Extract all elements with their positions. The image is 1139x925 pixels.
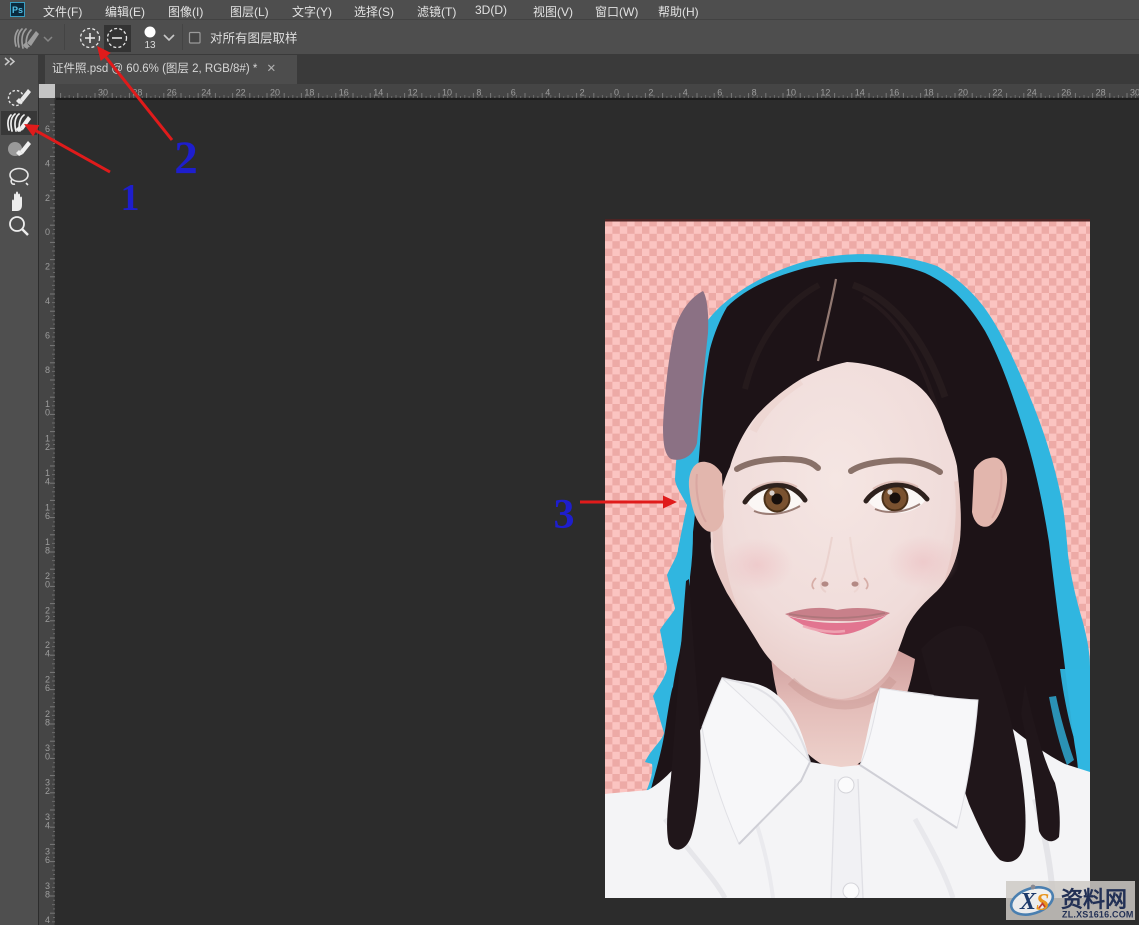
svg-text:2: 2 [45, 614, 50, 624]
svg-text:6: 6 [717, 88, 722, 98]
svg-text:4: 4 [45, 477, 50, 487]
svg-text:ZL.XS1616.COM: ZL.XS1616.COM [1062, 910, 1134, 920]
svg-text:4: 4 [545, 88, 550, 98]
svg-text:2: 2 [45, 442, 50, 452]
svg-text:0: 0 [45, 580, 50, 590]
svg-text:6: 6 [45, 855, 50, 865]
svg-text:4: 4 [683, 88, 688, 98]
svg-text:8: 8 [45, 545, 50, 555]
svg-text:3: 3 [554, 492, 575, 538]
svg-text:2: 2 [580, 88, 585, 98]
svg-text:X: X [1019, 889, 1037, 915]
svg-text:对所有图层取样: 对所有图层取样 [210, 31, 298, 46]
svg-text:8: 8 [45, 889, 50, 899]
svg-text:4: 4 [45, 158, 50, 168]
svg-text:2: 2 [174, 132, 198, 184]
svg-text:8: 8 [45, 717, 50, 727]
svg-text:6: 6 [45, 124, 50, 134]
svg-text:2: 2 [648, 88, 653, 98]
svg-text:8: 8 [476, 88, 481, 98]
svg-text:2: 2 [45, 262, 50, 272]
svg-text:6: 6 [45, 511, 50, 521]
svg-text:0: 0 [45, 752, 50, 762]
svg-text:1: 1 [121, 177, 140, 219]
svg-text:6: 6 [511, 88, 516, 98]
svg-text:4: 4 [45, 821, 50, 831]
svg-text:0: 0 [45, 408, 50, 418]
svg-text:6: 6 [45, 683, 50, 693]
svg-text:0: 0 [614, 88, 619, 98]
svg-text:6: 6 [45, 330, 50, 340]
svg-text:4: 4 [45, 649, 50, 659]
svg-text:0: 0 [45, 227, 50, 237]
svg-text:2: 2 [45, 786, 50, 796]
svg-text:8: 8 [752, 88, 757, 98]
svg-text:2: 2 [45, 193, 50, 203]
svg-text:13: 13 [144, 40, 156, 51]
svg-text:4: 4 [45, 296, 50, 306]
svg-text:8: 8 [45, 365, 50, 375]
svg-text:资料网: 资料网 [1061, 887, 1127, 912]
